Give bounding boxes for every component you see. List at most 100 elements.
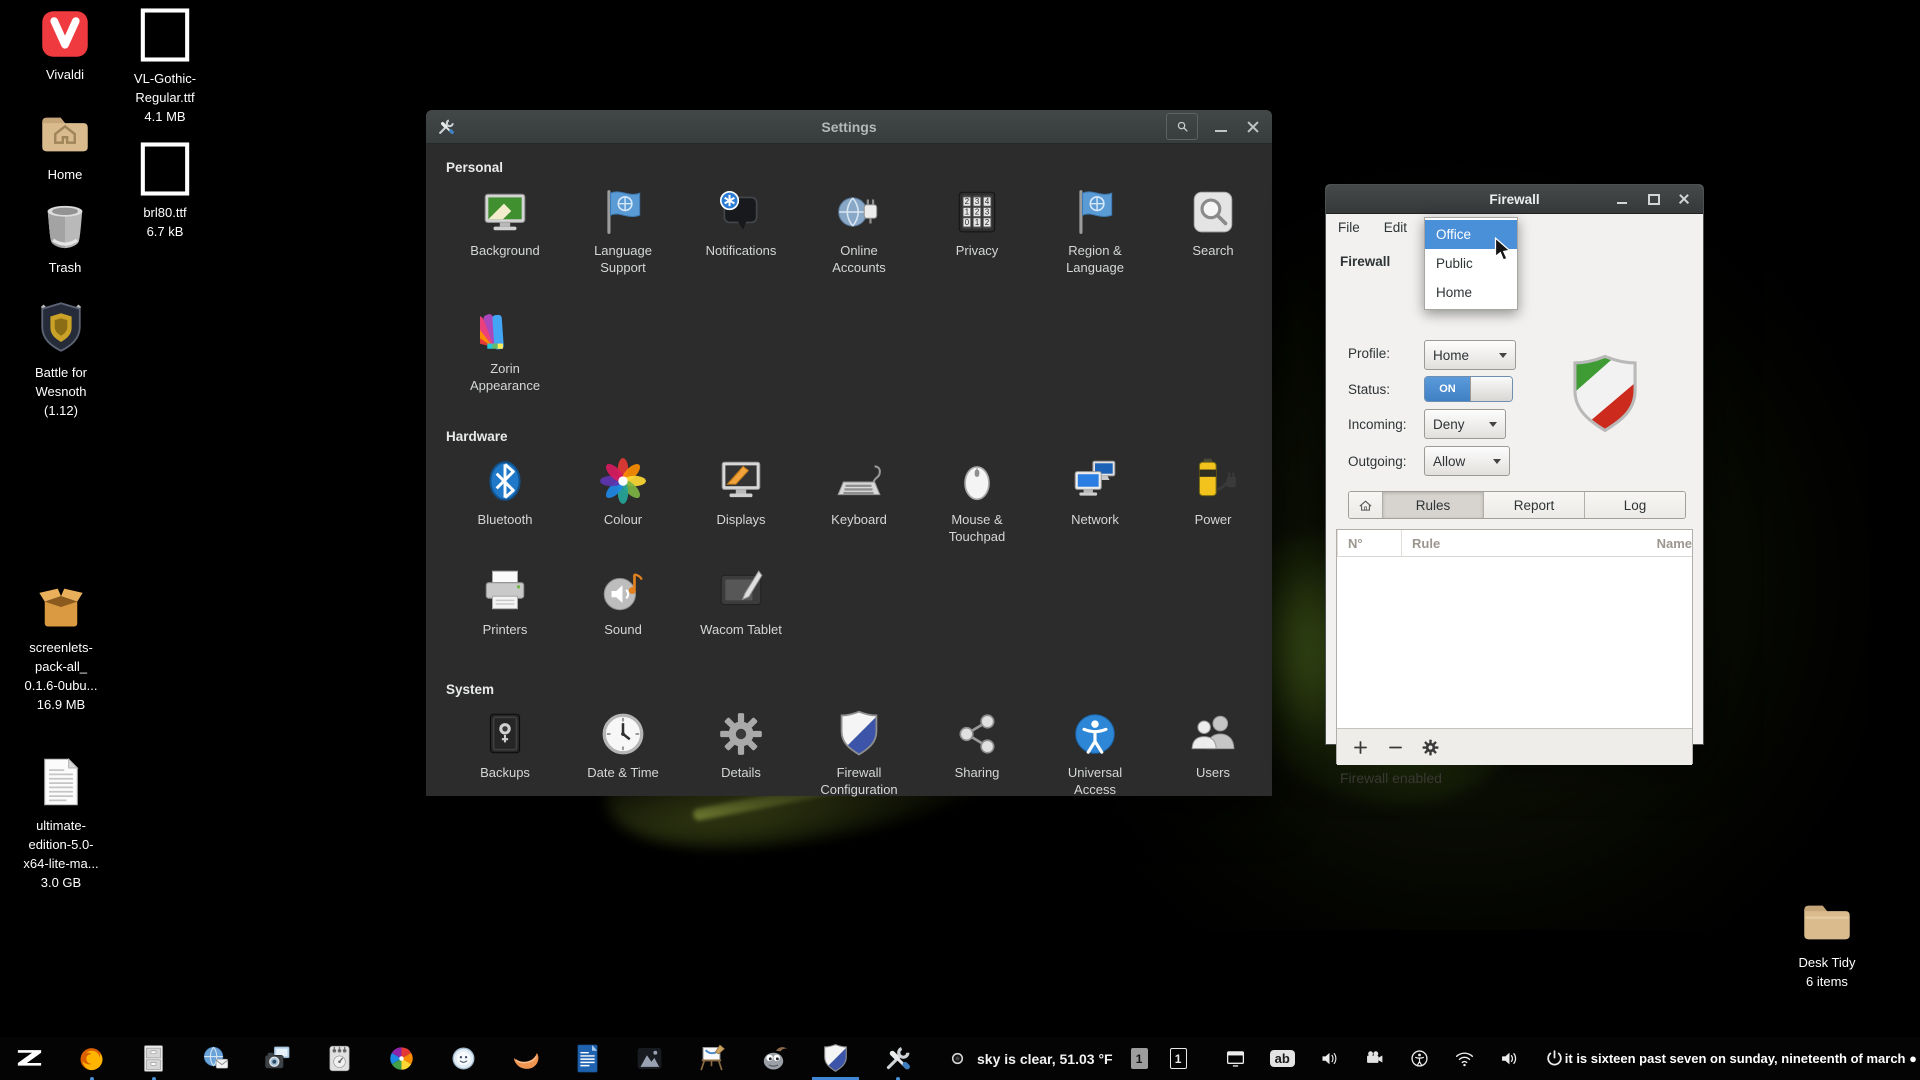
settings-item-online-accounts[interactable]: Online Accounts xyxy=(800,187,918,305)
tools-icon xyxy=(882,1043,913,1074)
remove-rule-button[interactable] xyxy=(1386,738,1405,757)
desktop-icon-desk-tidy[interactable]: Desk Tidy 6 items xyxy=(1772,896,1882,992)
desktop-icon-battle-for-wesnoth[interactable]: Battle for Wesnoth (1.12) xyxy=(6,296,116,421)
desktop-icon-home[interactable]: Home xyxy=(10,108,120,185)
desktop-icon-trash[interactable]: Trash xyxy=(10,201,120,278)
table-column-header[interactable]: Name xyxy=(1647,530,1692,556)
settings-item-keyboard[interactable]: Keyboard xyxy=(800,456,918,566)
colour-icon xyxy=(598,456,648,506)
settings-item-bluetooth[interactable]: Bluetooth xyxy=(446,456,564,566)
launcher-media-player[interactable] xyxy=(510,1043,541,1074)
font-file-icon xyxy=(137,140,193,198)
menu-item[interactable]: Home xyxy=(1425,278,1517,307)
settings-item-printers[interactable]: Printers xyxy=(446,566,564,676)
close-button[interactable] xyxy=(1244,118,1262,136)
menu-item[interactable]: Public xyxy=(1425,249,1517,278)
settings-item-date-time[interactable]: Date & Time xyxy=(564,709,682,809)
launcher-firewall[interactable] xyxy=(820,1043,851,1074)
weather-applet[interactable]: sky is clear, 51.03 °F xyxy=(947,1048,1113,1069)
tray-keyboard-layout[interactable]: ab xyxy=(1270,1050,1295,1067)
profile-select[interactable]: Home xyxy=(1424,340,1516,370)
launcher-file-manager[interactable] xyxy=(138,1043,169,1074)
settings-item-colour[interactable]: Colour xyxy=(564,456,682,566)
menubar-item[interactable]: File xyxy=(1338,220,1360,235)
menubar-item[interactable]: Edit xyxy=(1384,220,1407,235)
launcher-firefox[interactable] xyxy=(76,1043,107,1074)
tray-wifi[interactable] xyxy=(1454,1048,1475,1069)
vivaldi-icon xyxy=(39,8,91,60)
settings-item-network[interactable]: Network xyxy=(1036,456,1154,566)
settings-item-search[interactable]: Search xyxy=(1154,187,1272,305)
launcher-libreoffice-writer[interactable] xyxy=(572,1043,603,1074)
settings-item-displays[interactable]: Displays xyxy=(682,456,800,566)
desktop-icon-screenlets-package[interactable]: screenlets- pack-all_ 0.1.6-0ubu... 16.9… xyxy=(6,581,116,714)
launcher-chat[interactable] xyxy=(448,1043,479,1074)
tab-rules[interactable]: Rules xyxy=(1383,492,1484,518)
table-column-header[interactable]: N° xyxy=(1337,530,1401,556)
settings-item-zorin-appearance[interactable]: Zorin Appearance xyxy=(446,305,564,423)
launcher-audio-mixer[interactable] xyxy=(324,1043,355,1074)
settings-item-backups[interactable]: Backups xyxy=(446,709,564,809)
settings-item-power[interactable]: Power xyxy=(1154,456,1272,566)
menu-item[interactable]: Office xyxy=(1425,220,1517,249)
close-button[interactable] xyxy=(1677,192,1691,206)
settings-item-wacom-tablet[interactable]: Wacom Tablet xyxy=(682,566,800,676)
status-toggle[interactable]: ON xyxy=(1424,376,1513,402)
add-rule-button[interactable] xyxy=(1351,738,1370,757)
settings-item-label: Details xyxy=(721,765,761,782)
tab-home[interactable] xyxy=(1349,492,1383,518)
settings-item-sharing[interactable]: Sharing xyxy=(918,709,1036,809)
launcher-darktable[interactable] xyxy=(634,1043,665,1074)
rules-table-body[interactable] xyxy=(1337,557,1692,728)
outgoing-select[interactable]: Allow xyxy=(1424,446,1510,476)
settings-item-mouse-touchpad[interactable]: Mouse & Touchpad xyxy=(918,456,1036,566)
incoming-select[interactable]: Deny xyxy=(1424,409,1506,439)
tab-log[interactable]: Log xyxy=(1585,492,1685,518)
launcher-screenshot[interactable] xyxy=(262,1043,293,1074)
firewall-titlebar[interactable]: Firewall xyxy=(1326,185,1703,214)
minimize-button[interactable] xyxy=(1615,192,1629,206)
appearance-icon xyxy=(480,305,530,355)
desktop-icon-brl80-font[interactable]: brl80.ttf 6.7 kB xyxy=(110,140,220,242)
launcher-photos[interactable] xyxy=(386,1043,417,1074)
minimize-icon xyxy=(1617,202,1627,204)
tab-report[interactable]: Report xyxy=(1484,492,1585,518)
settings-item-details[interactable]: Details xyxy=(682,709,800,809)
minimize-button[interactable] xyxy=(1212,118,1230,136)
workspace-2[interactable]: 1 xyxy=(1170,1048,1187,1069)
settings-item-universal-access[interactable]: Universal Access xyxy=(1036,709,1154,809)
maximize-button[interactable] xyxy=(1646,192,1660,206)
settings-item-background[interactable]: Background xyxy=(446,187,564,305)
table-column-header[interactable]: Rule xyxy=(1401,530,1647,556)
launcher-web-mail[interactable] xyxy=(200,1043,231,1074)
launcher-gimp[interactable] xyxy=(758,1043,789,1074)
tray-screen-recorder[interactable] xyxy=(1364,1048,1385,1069)
desktop-icon-vl-gothic-font[interactable]: VL-Gothic- Regular.ttf 4.1 MB xyxy=(110,6,220,127)
workspace-1-current[interactable]: 1 xyxy=(1131,1048,1148,1069)
desktop-icon-vivaldi[interactable]: Vivaldi xyxy=(10,8,120,85)
settings-item-privacy[interactable]: 210321432 Privacy xyxy=(918,187,1036,305)
settings-item-notifications[interactable]: Notifications xyxy=(682,187,800,305)
easel-icon xyxy=(696,1043,727,1074)
zorin-menu-button[interactable] xyxy=(14,1043,45,1074)
clock-text[interactable]: it is sixteen past seven on sunday, nine… xyxy=(1565,1051,1917,1066)
settings-item-firewall-configuration[interactable]: Firewall Configuration xyxy=(800,709,918,809)
launcher-settings[interactable] xyxy=(882,1043,913,1074)
tray-volume[interactable] xyxy=(1499,1048,1520,1069)
tray-screen-reader[interactable] xyxy=(1319,1048,1340,1069)
tray-power[interactable] xyxy=(1544,1048,1565,1069)
rule-settings-button[interactable] xyxy=(1421,738,1440,757)
settings-titlebar[interactable]: Settings xyxy=(426,110,1272,144)
settings-item-language-support[interactable]: Language Support xyxy=(564,187,682,305)
settings-item-region-language[interactable]: Region & Language xyxy=(1036,187,1154,305)
recorder-icon xyxy=(1364,1048,1385,1069)
tray-accessibility[interactable] xyxy=(1409,1048,1430,1069)
desktop-icon-ultimate-edition-image[interactable]: ultimate- edition-5.0- x64-lite-ma... 3.… xyxy=(6,753,116,892)
settings-item-sound[interactable]: Sound xyxy=(564,566,682,676)
settings-item-label: Network xyxy=(1071,512,1119,529)
launcher-paint[interactable] xyxy=(696,1043,727,1074)
tray-display[interactable] xyxy=(1225,1048,1246,1069)
settings-item-users[interactable]: Users xyxy=(1154,709,1272,809)
firewall-status-text: Firewall enabled xyxy=(1340,770,1442,786)
search-button[interactable] xyxy=(1166,113,1198,140)
